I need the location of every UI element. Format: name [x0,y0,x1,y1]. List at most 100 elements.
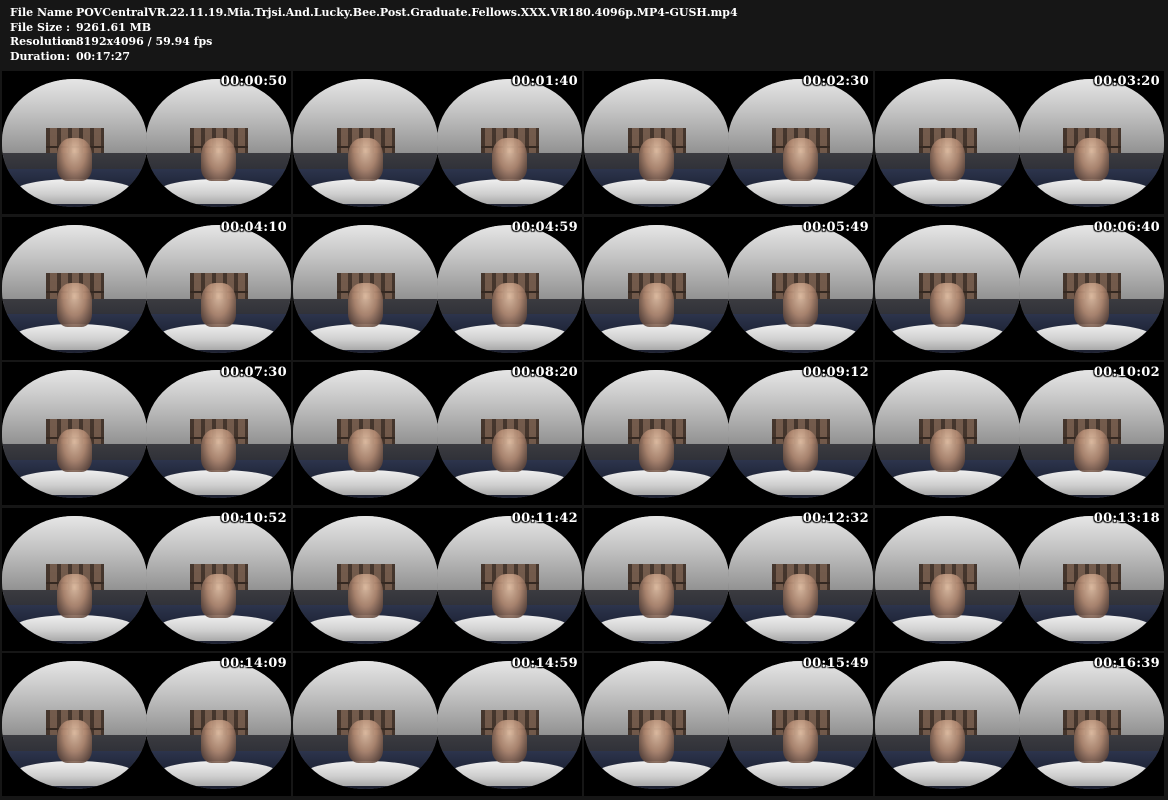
scene-bed [304,469,427,496]
thumbnail-timestamp: 00:16:39 [1093,656,1160,671]
file-size-label: File Size [10,20,63,34]
scene-bed [886,178,1009,205]
vr-frame-left-eye [293,661,438,789]
vr-frame-right-eye [1019,79,1164,207]
file-name-row: File Name : POVCentralVR.22.11.19.Mia.Tr… [10,6,1168,21]
scene-bed [595,760,718,787]
vr-frame-right-eye [437,661,582,789]
thumbnail-timestamp: 00:05:49 [802,219,869,235]
video-thumbnail: 00:14:09 [2,653,291,796]
separator: : [66,6,71,19]
scene-bed [739,324,862,350]
thumbnail-timestamp: 00:14:09 [220,656,287,671]
scene-figure [492,137,527,182]
vr-frame-left-eye [2,79,147,207]
scene-bed [448,324,571,350]
video-thumbnail: 00:11:42 [293,507,582,651]
scene-figure [1074,283,1109,327]
scene-figure [492,574,527,618]
scene-bed [1030,760,1153,787]
scene-figure [783,283,818,327]
scene-bed [595,324,718,350]
scene-bed [157,469,280,496]
vr-frame-left-eye [584,370,729,498]
separator: : [66,49,71,63]
duration-value: 00:17:27 [76,49,131,63]
thumbnail-timestamp: 00:06:40 [1093,219,1160,235]
vr-frame-right-eye [146,79,291,207]
video-thumbnail: 00:07:30 [2,362,291,505]
scene-bed [157,178,280,205]
scene-bed [739,760,862,787]
video-thumbnail: 00:15:49 [584,653,873,796]
scene-figure [201,137,236,182]
thumbnail-timestamp: 00:00:50 [220,74,287,89]
vr-frame-right-eye [437,79,582,207]
scene-bed [13,615,136,641]
scene-figure [930,283,965,327]
scene-bed [448,760,571,787]
scene-figure [783,719,818,764]
scene-bed [1030,469,1153,496]
scene-figure [57,283,92,327]
resolution-value: 8192x4096 / 59.94 fps [76,35,213,48]
vr-frame-right-eye [1019,661,1164,789]
scene-bed [13,324,136,350]
scene-figure [348,719,383,764]
scene-figure [639,283,674,327]
video-thumbnail: 00:09:12 [584,362,873,505]
vr-frame-left-eye [293,79,438,207]
scene-figure [783,428,818,473]
scene-figure [1074,719,1109,764]
resolution-label: Resolution [10,35,77,48]
resolution-row: Resolution : 8192x4096 / 59.94 fps [10,35,1168,50]
scene-figure [930,428,965,473]
scene-bed [886,615,1009,641]
scene-bed [595,615,718,641]
vr-frame-right-eye [1019,224,1164,353]
video-thumbnail: 00:01:40 [293,71,582,214]
separator: : [66,35,71,48]
scene-bed [448,178,571,205]
video-thumbnail: 00:10:52 [2,507,291,651]
duration-label: Duration [10,49,66,63]
scene-figure [930,137,965,182]
thumbnail-timestamp: 00:02:30 [802,74,869,89]
separator: : [66,20,71,34]
scene-figure [492,283,527,327]
scene-figure [348,428,383,473]
thumbnail-timestamp: 00:14:59 [511,656,578,671]
scene-figure [783,137,818,182]
scene-figure [1074,428,1109,473]
vr-frame-right-eye [437,515,582,644]
vr-frame-left-eye [293,224,438,353]
vr-frame-left-eye [875,79,1020,207]
video-thumbnail: 00:00:50 [2,71,291,214]
scene-figure [930,574,965,618]
vr-frame-right-eye [728,661,873,789]
vr-frame-left-eye [584,224,729,353]
vr-frame-left-eye [875,515,1020,644]
thumbnail-timestamp: 00:12:32 [802,510,869,526]
vr-frame-left-eye [584,661,729,789]
video-thumbnail: 00:02:30 [584,71,873,214]
vr-frame-right-eye [146,515,291,644]
video-thumbnail: 00:16:39 [875,653,1164,796]
thumbnail-timestamp: 00:09:12 [802,365,869,380]
scene-bed [886,760,1009,787]
vr-frame-right-eye [728,79,873,207]
scene-bed [304,178,427,205]
vr-frame-right-eye [1019,370,1164,498]
vr-frame-right-eye [728,224,873,353]
vr-frame-left-eye [293,370,438,498]
scene-bed [13,178,136,205]
video-thumbnail: 00:05:49 [584,216,873,360]
thumbnail-timestamp: 00:03:20 [1093,74,1160,89]
file-size-value: 9261.61 MB [76,20,152,34]
vr-frame-left-eye [2,224,147,353]
scene-bed [13,469,136,496]
scene-figure [201,574,236,618]
scene-figure [201,719,236,764]
scene-bed [595,178,718,205]
vr-frame-right-eye [146,370,291,498]
